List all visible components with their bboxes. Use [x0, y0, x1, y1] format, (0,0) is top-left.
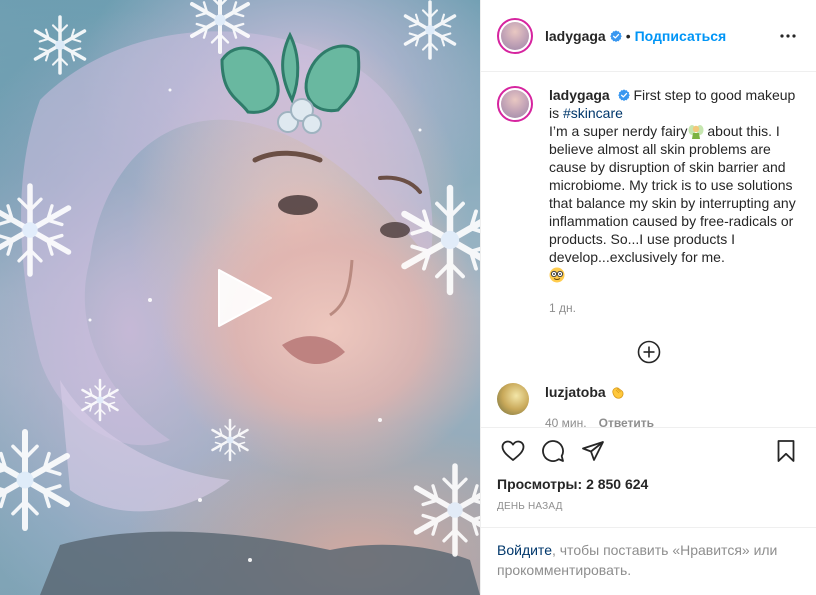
follow-button[interactable]: Подписаться	[635, 28, 727, 44]
post-dialog: ladygaga • Подписаться ladygaga First st…	[0, 0, 816, 595]
comment-body: luzjatoba 40 мин. Ответить	[545, 383, 654, 427]
comment-username[interactable]: luzjatoba	[545, 384, 606, 400]
caption-age[interactable]: 1 дн.	[549, 299, 800, 317]
bookmark-icon	[777, 439, 795, 462]
post-video[interactable]	[0, 0, 480, 595]
caption: ladygaga First step to good makeup is #s…	[497, 86, 800, 317]
caption-body: ladygaga First step to good makeup is #s…	[549, 86, 800, 317]
login-prompt: Войдите, чтобы поставить «Нравится» или …	[481, 527, 816, 595]
caption-avatar[interactable]	[497, 86, 533, 122]
share-icon	[582, 440, 604, 461]
post-sidebar: ladygaga • Подписаться ladygaga First st…	[480, 0, 816, 595]
play-icon	[218, 269, 272, 327]
comment-item: luzjatoba 40 мин. Ответить	[497, 383, 800, 427]
hashtag-link[interactable]: #skincare	[563, 105, 623, 121]
commenter-avatar[interactable]	[497, 383, 529, 415]
author-avatar[interactable]	[497, 17, 533, 54]
post-date[interactable]: День назад	[481, 499, 816, 515]
heart-icon	[501, 440, 525, 461]
verified-icon	[609, 29, 622, 42]
more-icon	[780, 33, 796, 38]
action-bar	[481, 427, 816, 473]
comments-list[interactable]: ladygaga First step to good makeup is #s…	[481, 72, 816, 427]
more-options-button[interactable]	[776, 24, 800, 48]
reply-button[interactable]: Ответить	[599, 416, 654, 427]
like-button[interactable]	[493, 431, 533, 471]
view-count[interactable]: Просмотры: 2 850 624	[481, 473, 816, 495]
clapping-hands-icon	[611, 387, 623, 399]
views-value: 2 850 624	[586, 476, 649, 492]
caption-text-line2: I’m a super nerdy fairy	[549, 123, 688, 139]
comment-button[interactable]	[533, 431, 573, 471]
play-button[interactable]	[211, 266, 275, 330]
caption-username[interactable]: ladygaga	[549, 87, 610, 103]
author-username[interactable]: ladygaga	[545, 28, 606, 44]
views-label: Просмотры:	[497, 476, 583, 492]
comment-age[interactable]: 40 мин.	[545, 416, 587, 427]
comment-icon	[542, 439, 564, 462]
caption-text-body: about this. I believe almost all skin pr…	[549, 123, 796, 265]
add-circle-icon[interactable]	[637, 340, 661, 364]
post-header: ladygaga • Подписаться	[481, 0, 816, 72]
verified-icon	[617, 89, 630, 101]
save-button[interactable]	[766, 431, 806, 471]
fairy-emoji-icon	[688, 125, 703, 139]
comment-meta: 40 мин. Ответить	[545, 414, 654, 427]
share-button[interactable]	[573, 431, 613, 471]
nerd-face-emoji-icon	[549, 267, 565, 283]
login-link[interactable]: Войдите	[497, 542, 552, 558]
separator-dot: •	[625, 27, 631, 44]
